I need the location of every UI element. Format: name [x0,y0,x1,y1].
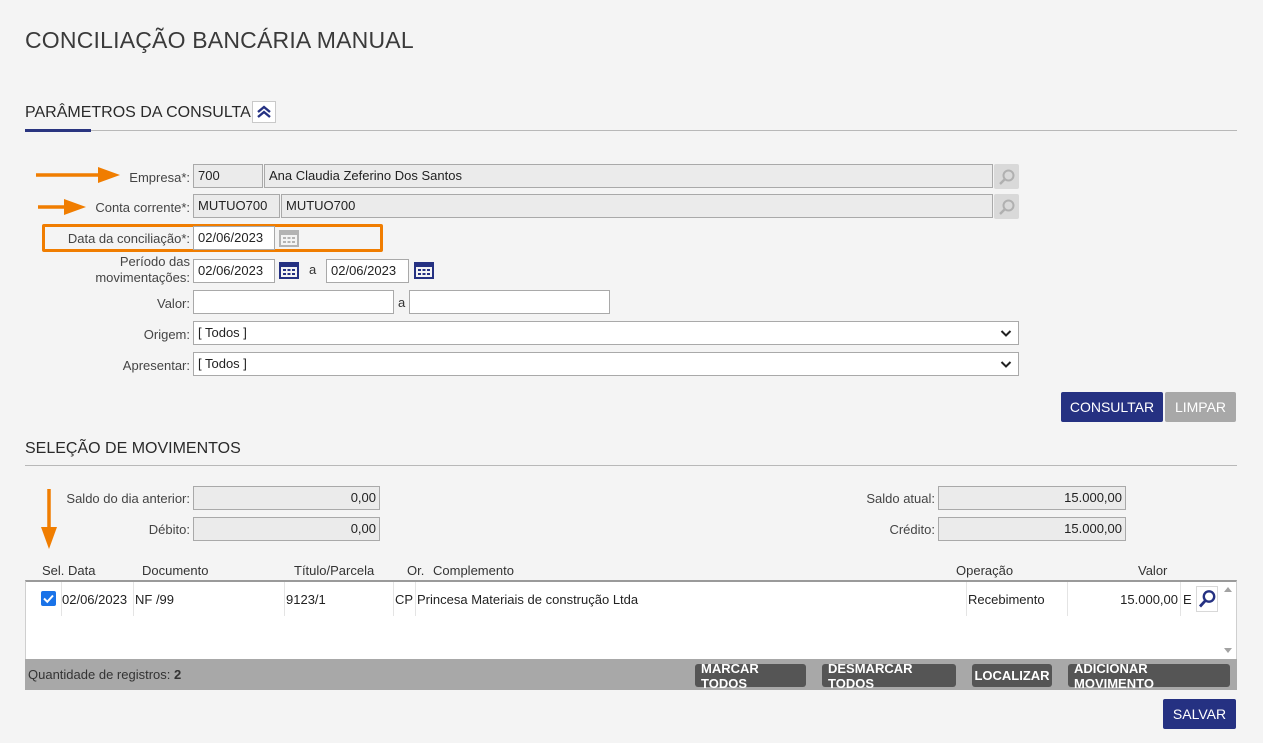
conta-name-field: MUTUO700 [281,194,993,218]
row-origem: CP [395,592,414,607]
data-conciliacao-calendar-button[interactable] [279,228,299,248]
calendar-icon [414,262,434,279]
saldo-atual-label: Saldo atual: [866,491,935,506]
valor-label: Valor: [157,296,190,311]
chevron-down-icon [1000,330,1012,337]
table-row[interactable]: 02/06/2023 NF /99 9123/1 CP Princesa Mat… [26,582,1218,616]
column-header-titulo[interactable]: Título/Parcela [294,563,374,578]
empresa-label: Empresa*: [129,170,190,185]
conta-label: Conta corrente*: [95,200,190,215]
periodo-from-calendar-button[interactable] [279,260,299,280]
saldo-anterior-label: Saldo do dia anterior: [66,491,190,506]
params-section-title: PARÂMETROS DA CONSULTA [25,104,251,121]
credito-label: Crédito: [889,522,935,537]
conta-lookup-button[interactable] [994,194,1019,219]
row-titulo: 9123/1 [286,592,326,607]
search-icon [998,169,1014,185]
row-operacao: Recebimento [968,592,1045,607]
valor-separator: a [398,295,406,310]
empresa-lookup-button[interactable] [994,164,1019,189]
origem-select[interactable]: [ Todos ] [193,321,1019,345]
localizar-button[interactable]: LOCALIZAR [972,664,1052,687]
search-icon [998,199,1014,215]
periodo-from-field[interactable]: 02/06/2023 [193,259,275,283]
calendar-icon [279,262,299,279]
scroll-up-icon[interactable] [1224,586,1232,592]
data-conciliacao-label: Data da conciliação*: [67,231,190,246]
collapse-params-button[interactable] [252,101,276,123]
origem-label: Origem: [143,327,190,342]
row-tipo: E [1183,592,1192,607]
movimentos-section-divider [25,465,1237,466]
column-header-sel[interactable]: Sel. [42,563,64,578]
calendar-icon [279,230,299,247]
salvar-button[interactable]: SALVAR [1163,699,1236,729]
row-data: 02/06/2023 [62,592,128,607]
saldo-anterior-field: 0,00 [193,486,380,510]
table-footer: Quantidade de registros: 2 MARCAR TODOS … [25,659,1237,691]
movimentos-table: 02/06/2023 NF /99 9123/1 CP Princesa Mat… [25,580,1237,660]
row-detail-button[interactable] [1196,586,1218,612]
row-complemento: Princesa Materiais de construção Ltda [417,592,639,607]
row-valor: 15.000,00 [1120,592,1178,607]
adicionar-movimento-button[interactable]: ADICIONAR MOVIMENTO [1068,661,1230,691]
desmarcar-todos-button[interactable]: DESMARCAR TODOS [822,661,956,691]
periodo-separator: a [309,262,317,277]
debito-label: Débito: [148,522,190,537]
credito-field: 15.000,00 [938,517,1126,541]
valor-to-field[interactable] [409,290,610,314]
movimentos-section-title: SELEÇÃO DE MOVIMENTOS [25,440,241,457]
limpar-button[interactable]: LIMPAR [1165,392,1236,422]
periodo-to-field[interactable]: 02/06/2023 [326,259,409,283]
apresentar-label: Apresentar: [122,358,190,373]
debito-field: 0,00 [193,517,380,541]
params-section-divider [25,130,1237,131]
quantidade-registros: Quantidade de registros: 2 [28,667,182,682]
search-icon [1198,590,1216,608]
column-header-data[interactable]: Data [68,563,95,578]
column-header-complemento[interactable]: Complemento [433,563,514,578]
params-section-accent [25,129,91,132]
checkmark-icon [43,594,54,604]
empresa-code-field[interactable]: 700 [193,164,263,188]
chevron-down-icon [1000,361,1012,368]
column-header-operacao[interactable]: Operação [956,563,1013,578]
conta-code-field[interactable]: MUTUO700 [193,194,280,218]
column-header-origem[interactable]: Or. [407,563,424,578]
saldo-atual-field: 15.000,00 [938,486,1126,510]
empresa-name-field: Ana Claudia Zeferino Dos Santos [264,164,993,188]
data-conciliacao-field[interactable]: 02/06/2023 [193,226,275,250]
column-header-valor[interactable]: Valor [1138,563,1167,578]
table-scrollbar[interactable] [1220,582,1236,660]
periodo-label: Período das movimentações: [95,254,190,285]
row-select-checkbox[interactable] [41,591,56,606]
column-header-documento[interactable]: Documento [142,563,208,578]
periodo-to-calendar-button[interactable] [414,260,434,280]
consultar-button[interactable]: CONSULTAR [1061,392,1163,422]
scroll-down-icon[interactable] [1224,648,1232,654]
apresentar-select[interactable]: [ Todos ] [193,352,1019,376]
page-title: CONCILIAÇÃO BANCÁRIA MANUAL [25,27,414,53]
double-chevron-up-icon [257,105,271,118]
valor-from-field[interactable] [193,290,394,314]
row-documento: NF /99 [135,592,175,607]
marcar-todos-button[interactable]: MARCAR TODOS [695,661,806,691]
